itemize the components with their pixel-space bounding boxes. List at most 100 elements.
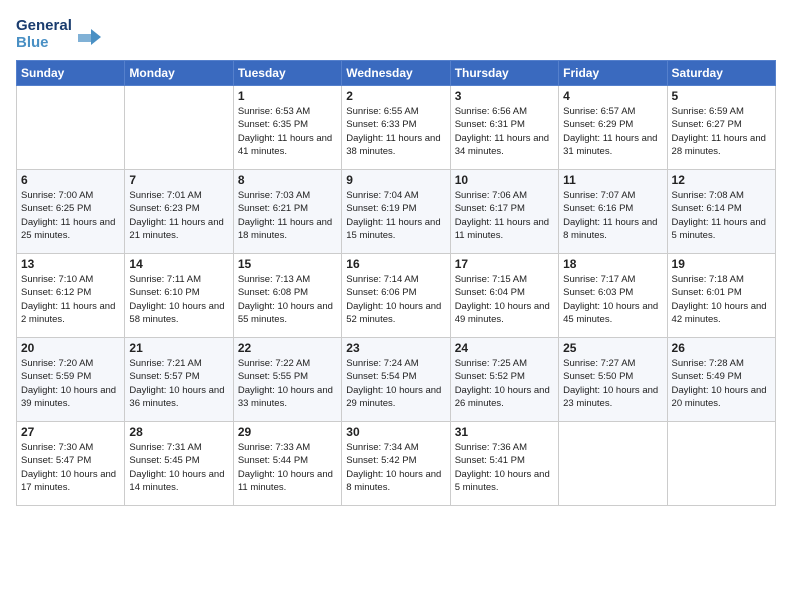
day-info: Sunrise: 7:03 AMSunset: 6:21 PMDaylight:… (238, 189, 337, 242)
calendar-cell: 25 Sunrise: 7:27 AMSunset: 5:50 PMDayligh… (559, 338, 667, 422)
day-number: 19 (672, 257, 771, 271)
day-number: 17 (455, 257, 554, 271)
calendar-cell (559, 422, 667, 506)
day-number: 25 (563, 341, 662, 355)
day-number: 15 (238, 257, 337, 271)
day-number: 24 (455, 341, 554, 355)
col-header-thursday: Thursday (450, 61, 558, 86)
calendar-header-row: SundayMondayTuesdayWednesdayThursdayFrid… (17, 61, 776, 86)
calendar-cell: 5Sunrise: 6:59 AMSunset: 6:27 PMDaylight… (667, 86, 775, 170)
calendar-week-row: 6 Sunrise: 7:00 AMSunset: 6:25 PMDaylight… (17, 170, 776, 254)
day-number: 8 (238, 173, 337, 187)
day-number: 3 (455, 89, 554, 103)
day-info: Sunrise: 7:00 AMSunset: 6:25 PMDaylight:… (21, 189, 120, 242)
calendar-page: General Blue SundayMondayTuesdayWednesda… (0, 0, 792, 612)
calendar-cell: 6 Sunrise: 7:00 AMSunset: 6:25 PMDaylight… (17, 170, 125, 254)
col-header-sunday: Sunday (17, 61, 125, 86)
day-info: Sunrise: 7:27 AMSunset: 5:50 PMDaylight:… (563, 357, 662, 410)
calendar-cell: 20 Sunrise: 7:20 AMSunset: 5:59 PMDayligh… (17, 338, 125, 422)
day-info: Sunrise: 7:31 AMSunset: 5:45 PMDaylight:… (129, 441, 228, 494)
calendar-table: SundayMondayTuesdayWednesdayThursdayFrid… (16, 60, 776, 506)
day-info: Sunrise: 7:24 AMSunset: 5:54 PMDaylight:… (346, 357, 445, 410)
day-number: 29 (238, 425, 337, 439)
day-info: Sunrise: 7:18 AMSunset: 6:01 PMDaylight:… (672, 273, 771, 326)
day-number: 16 (346, 257, 445, 271)
day-info: Sunrise: 7:08 AMSunset: 6:14 PMDaylight:… (672, 189, 771, 242)
col-header-tuesday: Tuesday (233, 61, 341, 86)
day-number: 27 (21, 425, 120, 439)
calendar-cell: 31Sunrise: 7:36 AMSunset: 5:41 PMDayligh… (450, 422, 558, 506)
calendar-cell (667, 422, 775, 506)
calendar-cell: 11 Sunrise: 7:07 AMSunset: 6:16 PMDayligh… (559, 170, 667, 254)
calendar-cell: 21 Sunrise: 7:21 AMSunset: 5:57 PMDayligh… (125, 338, 233, 422)
col-header-saturday: Saturday (667, 61, 775, 86)
col-header-friday: Friday (559, 61, 667, 86)
calendar-cell: 12Sunrise: 7:08 AMSunset: 6:14 PMDayligh… (667, 170, 775, 254)
day-info: Sunrise: 7:30 AMSunset: 5:47 PMDaylight:… (21, 441, 120, 494)
day-info: Sunrise: 7:04 AMSunset: 6:19 PMDaylight:… (346, 189, 445, 242)
day-info: Sunrise: 7:13 AMSunset: 6:08 PMDaylight:… (238, 273, 337, 326)
calendar-cell: 9 Sunrise: 7:04 AMSunset: 6:19 PMDaylight… (342, 170, 450, 254)
col-header-wednesday: Wednesday (342, 61, 450, 86)
day-info: Sunrise: 7:33 AMSunset: 5:44 PMDaylight:… (238, 441, 337, 494)
day-info: Sunrise: 7:21 AMSunset: 5:57 PMDaylight:… (129, 357, 228, 410)
calendar-cell: 15 Sunrise: 7:13 AMSunset: 6:08 PMDayligh… (233, 254, 341, 338)
day-info: Sunrise: 7:20 AMSunset: 5:59 PMDaylight:… (21, 357, 120, 410)
day-number: 9 (346, 173, 445, 187)
calendar-cell: 24 Sunrise: 7:25 AMSunset: 5:52 PMDayligh… (450, 338, 558, 422)
calendar-cell (17, 86, 125, 170)
day-info: Sunrise: 6:56 AMSunset: 6:31 PMDaylight:… (455, 105, 554, 158)
day-number: 28 (129, 425, 228, 439)
day-number: 5 (672, 89, 771, 103)
calendar-cell: 18 Sunrise: 7:17 AMSunset: 6:03 PMDayligh… (559, 254, 667, 338)
day-info: Sunrise: 7:36 AMSunset: 5:41 PMDaylight:… (455, 441, 554, 494)
day-number: 4 (563, 89, 662, 103)
day-number: 23 (346, 341, 445, 355)
calendar-cell: 28 Sunrise: 7:31 AMSunset: 5:45 PMDayligh… (125, 422, 233, 506)
calendar-cell: 2Sunrise: 6:55 AMSunset: 6:33 PMDaylight… (342, 86, 450, 170)
day-number: 6 (21, 173, 120, 187)
logo: General Blue (16, 12, 106, 52)
day-number: 21 (129, 341, 228, 355)
calendar-week-row: 13 Sunrise: 7:10 AMSunset: 6:12 PMDayligh… (17, 254, 776, 338)
calendar-cell: 8 Sunrise: 7:03 AMSunset: 6:21 PMDaylight… (233, 170, 341, 254)
calendar-cell: 4 Sunrise: 6:57 AMSunset: 6:29 PMDaylight… (559, 86, 667, 170)
col-header-monday: Monday (125, 61, 233, 86)
calendar-cell: 29 Sunrise: 7:33 AMSunset: 5:44 PMDayligh… (233, 422, 341, 506)
day-info: Sunrise: 7:06 AMSunset: 6:17 PMDaylight:… (455, 189, 554, 242)
day-info: Sunrise: 7:14 AMSunset: 6:06 PMDaylight:… (346, 273, 445, 326)
calendar-week-row: 20 Sunrise: 7:20 AMSunset: 5:59 PMDayligh… (17, 338, 776, 422)
day-number: 11 (563, 173, 662, 187)
day-number: 22 (238, 341, 337, 355)
day-number: 14 (129, 257, 228, 271)
day-info: Sunrise: 7:34 AMSunset: 5:42 PMDaylight:… (346, 441, 445, 494)
day-number: 1 (238, 89, 337, 103)
day-number: 2 (346, 89, 445, 103)
calendar-cell: 10 Sunrise: 7:06 AMSunset: 6:17 PMDayligh… (450, 170, 558, 254)
day-info: Sunrise: 7:17 AMSunset: 6:03 PMDaylight:… (563, 273, 662, 326)
day-info: Sunrise: 7:22 AMSunset: 5:55 PMDaylight:… (238, 357, 337, 410)
day-info: Sunrise: 7:11 AMSunset: 6:10 PMDaylight:… (129, 273, 228, 326)
svg-text:Blue: Blue (16, 34, 49, 51)
day-number: 30 (346, 425, 445, 439)
calendar-cell: 14 Sunrise: 7:11 AMSunset: 6:10 PMDayligh… (125, 254, 233, 338)
day-info: Sunrise: 6:57 AMSunset: 6:29 PMDaylight:… (563, 105, 662, 158)
calendar-cell: 23 Sunrise: 7:24 AMSunset: 5:54 PMDayligh… (342, 338, 450, 422)
calendar-cell: 19 Sunrise: 7:18 AMSunset: 6:01 PMDayligh… (667, 254, 775, 338)
calendar-week-row: 1 Sunrise: 6:53 AMSunset: 6:35 PMDaylight… (17, 86, 776, 170)
day-number: 18 (563, 257, 662, 271)
day-info: Sunrise: 7:01 AMSunset: 6:23 PMDaylight:… (129, 189, 228, 242)
day-number: 7 (129, 173, 228, 187)
day-number: 10 (455, 173, 554, 187)
calendar-cell: 30 Sunrise: 7:34 AMSunset: 5:42 PMDayligh… (342, 422, 450, 506)
day-number: 20 (21, 341, 120, 355)
day-info: Sunrise: 7:10 AMSunset: 6:12 PMDaylight:… (21, 273, 120, 326)
day-info: Sunrise: 7:28 AMSunset: 5:49 PMDaylight:… (672, 357, 771, 410)
calendar-week-row: 27 Sunrise: 7:30 AMSunset: 5:47 PMDayligh… (17, 422, 776, 506)
day-info: Sunrise: 7:07 AMSunset: 6:16 PMDaylight:… (563, 189, 662, 242)
calendar-cell: 17Sunrise: 7:15 AMSunset: 6:04 PMDayligh… (450, 254, 558, 338)
day-number: 13 (21, 257, 120, 271)
calendar-cell: 7 Sunrise: 7:01 AMSunset: 6:23 PMDaylight… (125, 170, 233, 254)
day-info: Sunrise: 7:25 AMSunset: 5:52 PMDaylight:… (455, 357, 554, 410)
day-info: Sunrise: 6:53 AMSunset: 6:35 PMDaylight:… (238, 105, 337, 158)
